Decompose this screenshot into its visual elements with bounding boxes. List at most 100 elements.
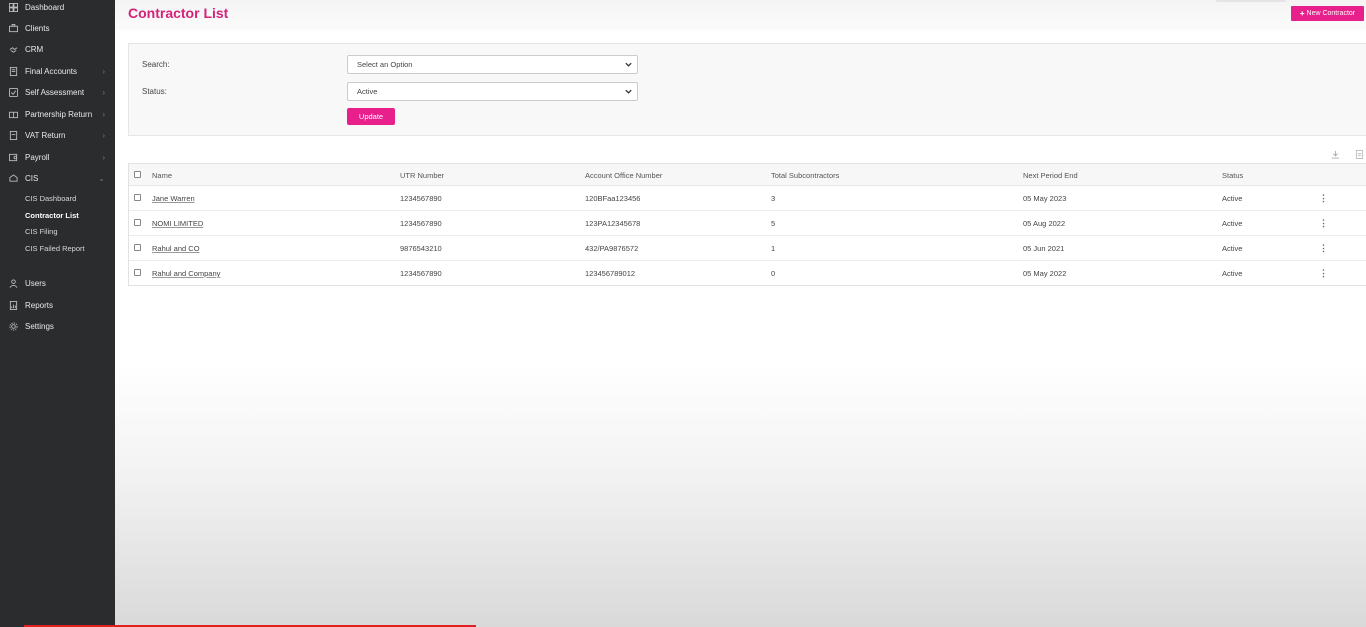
total-subcontractors: 0 xyxy=(771,269,776,278)
sidebar-item-label: Payroll xyxy=(25,152,50,162)
self-assessment-icon xyxy=(8,87,18,97)
sidebar-item-final-accounts[interactable]: Final Accounts › xyxy=(0,61,115,81)
download-icon[interactable] xyxy=(1331,150,1340,161)
sidebar-item-label: Clients xyxy=(25,23,50,33)
total-subcontractors: 1 xyxy=(771,244,776,253)
chevron-right-icon: › xyxy=(102,67,105,76)
row-menu-icon[interactable]: ⋮ xyxy=(1319,218,1328,229)
status: Active xyxy=(1222,194,1243,203)
sidebar-item-label: Settings xyxy=(25,321,54,331)
sidebar-sub-contractor-list[interactable]: Contractor List xyxy=(25,207,79,223)
row-menu-icon[interactable]: ⋮ xyxy=(1319,268,1328,279)
table-row: Rahul and CO 9876543210 432/PA9876572 1 … xyxy=(129,236,1366,261)
account-office-number: 120BFaa123456 xyxy=(585,194,641,203)
cis-icon xyxy=(8,173,18,183)
row-checkbox[interactable] xyxy=(134,194,141,201)
sidebar-sub-cis-failed-report[interactable]: CIS Failed Report xyxy=(25,240,85,256)
sidebar-item-vat-return[interactable]: VAT Return › xyxy=(0,125,115,145)
chevron-right-icon: › xyxy=(102,153,105,162)
column-header[interactable]: Next Period End xyxy=(1023,171,1078,180)
row-checkbox[interactable] xyxy=(134,269,141,276)
contractor-name-link[interactable]: Rahul and Company xyxy=(152,269,220,278)
final-accounts-icon xyxy=(8,66,18,76)
dashboard-icon xyxy=(8,2,18,12)
sidebar-item-partnership-return[interactable]: Partnership Return › xyxy=(0,104,115,124)
contractor-name-link[interactable]: Rahul and CO xyxy=(152,244,200,253)
sidebar-item-crm[interactable]: CRM xyxy=(0,39,115,59)
table-row: Rahul and Company 1234567890 12345678901… xyxy=(129,261,1366,286)
search-select-value: Select an Option xyxy=(357,60,413,69)
chevron-right-icon: › xyxy=(102,131,105,140)
next-period-end: 05 Jun 2021 xyxy=(1023,244,1065,253)
sidebar-item-label: Final Accounts xyxy=(25,66,78,76)
chevron-right-icon: › xyxy=(102,110,105,119)
sidebar-item-users[interactable]: Users xyxy=(0,273,115,293)
reports-icon xyxy=(8,300,18,310)
sidebar-item-payroll[interactable]: Payroll › xyxy=(0,147,115,167)
chevron-down-icon: ⌄ xyxy=(98,174,105,183)
page-title: Contractor List xyxy=(128,5,229,21)
sidebar-item-label: Reports xyxy=(25,300,54,310)
status-select[interactable]: Active xyxy=(347,82,638,101)
crm-icon xyxy=(8,44,18,54)
sidebar-item-label: CRM xyxy=(25,44,44,54)
select-all-checkbox[interactable] xyxy=(134,171,141,178)
column-header[interactable]: Account Office Number xyxy=(585,171,662,180)
plus-icon: + xyxy=(1299,9,1305,18)
chevron-down-icon xyxy=(624,60,633,69)
sidebar-sub-cis-dashboard[interactable]: CIS Dashboard xyxy=(25,190,76,206)
sidebar-item-label: Partnership Return xyxy=(25,109,93,119)
chevron-down-icon xyxy=(624,87,633,96)
sidebar-item-reports[interactable]: Reports xyxy=(0,295,115,315)
column-header[interactable]: Total Subcontractors xyxy=(771,171,839,180)
total-subcontractors: 3 xyxy=(771,194,776,203)
new-contractor-button[interactable]: + New Contractor xyxy=(1291,6,1364,21)
sidebar-item-clients[interactable]: Clients xyxy=(0,18,115,38)
total-subcontractors: 5 xyxy=(771,219,776,228)
document-icon[interactable] xyxy=(1355,150,1364,161)
account-office-number: 123456789012 xyxy=(585,269,636,278)
contractor-name-link[interactable]: Jane Warren xyxy=(152,194,195,203)
sidebar-sub-cis-filing[interactable]: CIS Filing xyxy=(25,223,58,239)
column-header[interactable]: Name xyxy=(152,171,172,180)
chevron-right-icon: › xyxy=(102,88,105,97)
contractor-name-link[interactable]: NOMI LIMITED xyxy=(152,219,203,228)
search-label: Search: xyxy=(142,60,170,69)
sidebar-item-cis[interactable]: CIS ⌄ xyxy=(0,168,115,188)
column-header[interactable]: UTR Number xyxy=(400,171,444,180)
vat-icon xyxy=(8,130,18,140)
row-menu-icon[interactable]: ⋮ xyxy=(1319,243,1328,254)
table-header: Name UTR Number Account Office Number To… xyxy=(129,164,1366,186)
next-period-end: 05 Aug 2022 xyxy=(1023,219,1066,228)
sidebar: Dashboard Clients CRM Final Accounts › S… xyxy=(0,0,115,627)
row-menu-icon[interactable]: ⋮ xyxy=(1319,193,1328,204)
sidebar-item-dashboard[interactable]: Dashboard xyxy=(0,0,115,17)
row-checkbox[interactable] xyxy=(134,219,141,226)
contractor-table: Name UTR Number Account Office Number To… xyxy=(128,163,1366,286)
row-checkbox[interactable] xyxy=(134,244,141,251)
sidebar-item-label: Self Assessment xyxy=(25,87,85,97)
top-bar: Contractor List + New Contractor xyxy=(115,0,1366,30)
table-row: NOMI LIMITED 1234567890 123PA12345678 5 … xyxy=(129,211,1366,236)
new-contractor-label: New Contractor xyxy=(1306,10,1356,17)
update-button[interactable]: Update xyxy=(347,108,395,125)
utr-number: 1234567890 xyxy=(400,194,442,203)
utr-number: 1234567890 xyxy=(400,269,442,278)
next-period-end: 05 May 2023 xyxy=(1023,194,1067,203)
utr-number: 1234567890 xyxy=(400,219,442,228)
sidebar-item-settings[interactable]: Settings xyxy=(0,316,115,336)
status-label: Status: xyxy=(142,87,167,96)
search-select[interactable]: Select an Option xyxy=(347,55,638,74)
main-content: Contractor List + New Contractor Search:… xyxy=(115,0,1366,627)
utr-number: 9876543210 xyxy=(400,244,442,253)
clients-icon xyxy=(8,23,18,33)
sidebar-item-self-assessment[interactable]: Self Assessment › xyxy=(0,82,115,102)
account-office-number: 123PA12345678 xyxy=(585,219,641,228)
sidebar-item-label: Users xyxy=(25,278,46,288)
column-header[interactable]: Status xyxy=(1222,171,1243,180)
payroll-icon xyxy=(8,152,18,162)
status: Active xyxy=(1222,244,1243,253)
top-placeholder xyxy=(1216,0,1286,2)
sidebar-item-label: Dashboard xyxy=(25,2,65,12)
status: Active xyxy=(1222,219,1243,228)
